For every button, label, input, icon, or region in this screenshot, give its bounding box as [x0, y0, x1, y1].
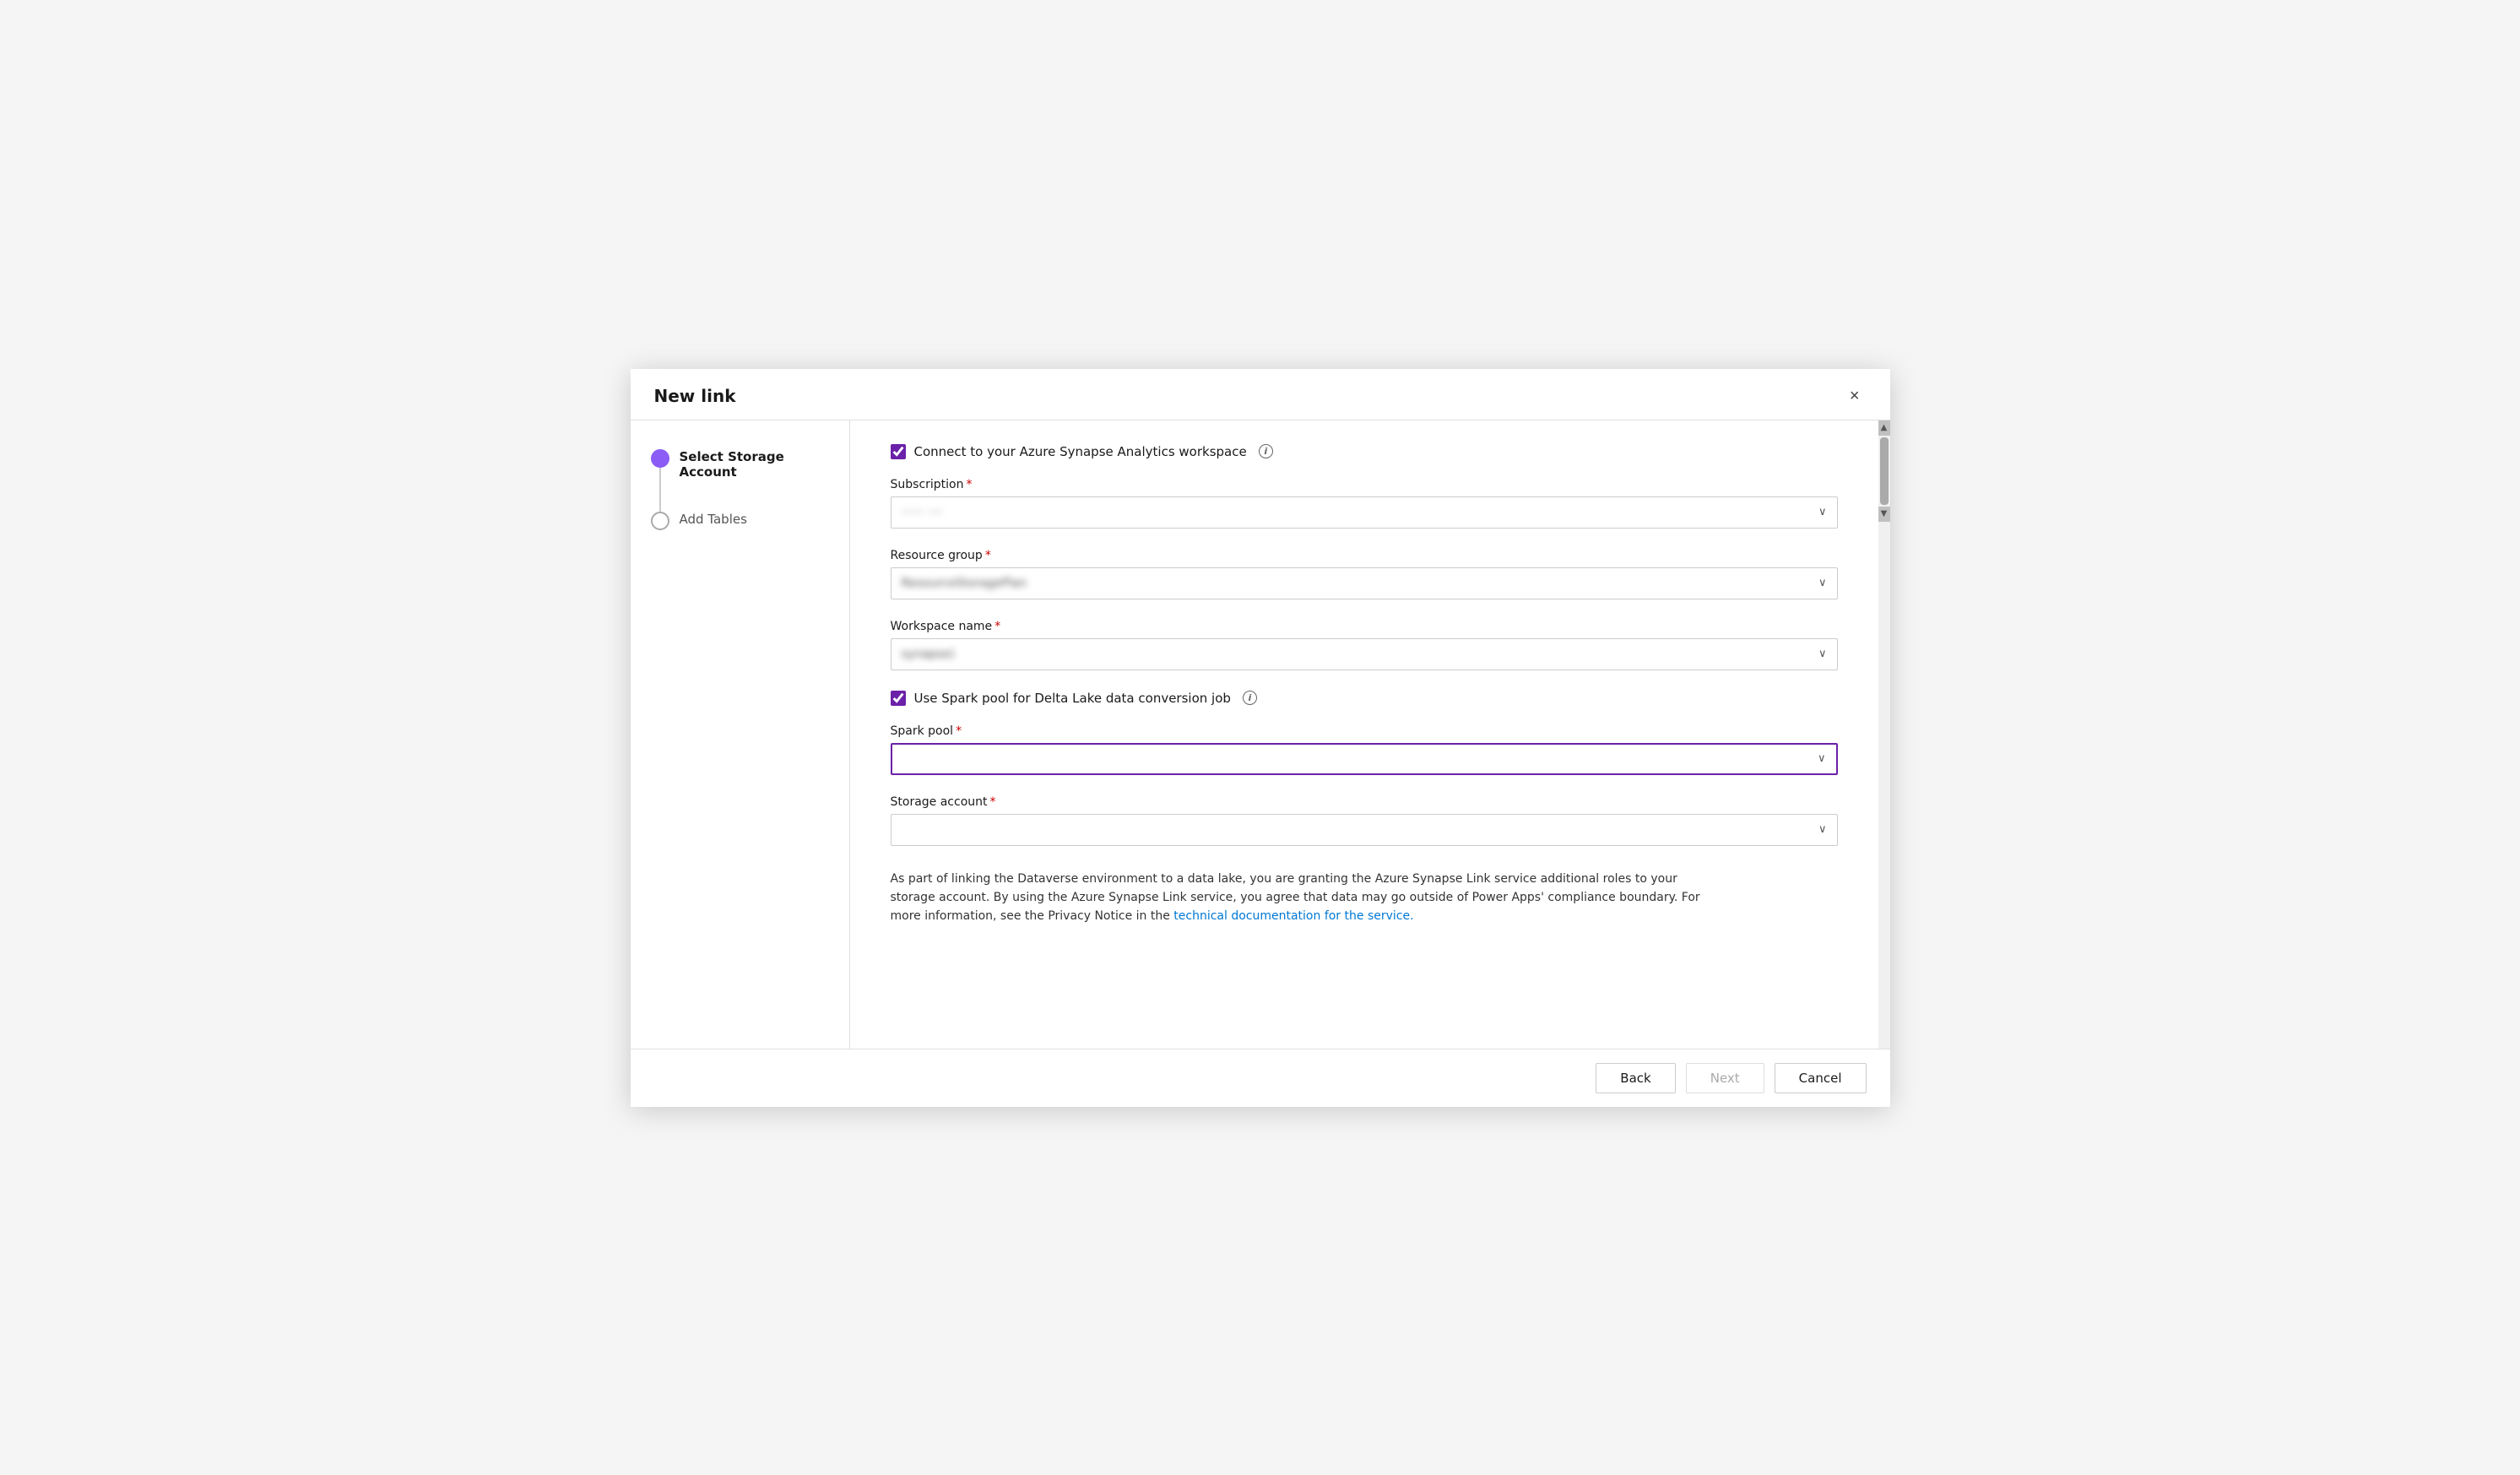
connect-synapse-label: Connect to your Azure Synapse Analytics … [914, 444, 1247, 459]
spark-pool-checkbox-label: Use Spark pool for Delta Lake data conve… [914, 691, 1231, 706]
sidebar: Select Storage Account Add Tables [631, 420, 850, 1049]
workspace-name-chevron-icon: ∨ [1818, 648, 1827, 660]
connect-synapse-checkbox[interactable] [891, 444, 906, 459]
info-paragraph: As part of linking the Dataverse environ… [891, 870, 1718, 926]
step-add-tables[interactable]: Add Tables [651, 510, 829, 530]
resource-group-select[interactable]: ResourceStoragePlan ∨ [891, 567, 1838, 599]
subscription-label: Subscription* [891, 478, 1838, 491]
spark-pool-label: Spark pool* [891, 724, 1838, 738]
spark-pool-select[interactable]: ∨ [891, 743, 1838, 775]
cancel-button[interactable]: Cancel [1775, 1063, 1867, 1093]
spark-pool-group: Spark pool* ∨ [891, 724, 1838, 775]
storage-account-chevron-icon: ∨ [1818, 823, 1827, 836]
resource-group-group: Resource group* ResourceStoragePlan ∨ [891, 549, 1838, 599]
back-button[interactable]: Back [1596, 1063, 1675, 1093]
storage-account-group: Storage account* ∨ [891, 795, 1838, 846]
connect-synapse-row: Connect to your Azure Synapse Analytics … [891, 444, 1838, 459]
resource-group-value: ResourceStoragePlan [902, 577, 1027, 590]
subscription-value: ······ ···· [902, 506, 943, 519]
workspace-name-select[interactable]: synapse) ∨ [891, 638, 1838, 670]
scroll-down-button[interactable]: ▼ [1878, 507, 1890, 522]
step-label-1: Select Storage Account [680, 447, 829, 480]
storage-account-select[interactable]: ∨ [891, 814, 1838, 846]
connect-synapse-info-icon[interactable]: i [1259, 444, 1273, 458]
step-connector [659, 468, 661, 513]
step-select-storage-account[interactable]: Select Storage Account [651, 447, 829, 480]
dialog-title: New link [654, 386, 736, 406]
subscription-select[interactable]: ······ ···· ∨ [891, 496, 1838, 529]
subscription-group: Subscription* ······ ···· ∨ [891, 478, 1838, 529]
main-content: Connect to your Azure Synapse Analytics … [850, 420, 1878, 1049]
new-link-dialog: New link × Select Storage Account Add Ta… [631, 369, 1890, 1107]
spark-pool-chevron-icon: ∨ [1818, 752, 1826, 765]
resource-group-chevron-icon: ∨ [1818, 577, 1827, 589]
next-button[interactable]: Next [1686, 1063, 1764, 1093]
info-link[interactable]: technical documentation for the service. [1173, 909, 1413, 923]
close-button[interactable]: × [1843, 384, 1867, 408]
storage-account-label: Storage account* [891, 795, 1838, 809]
spark-pool-info-icon[interactable]: i [1243, 691, 1257, 705]
step-circle-2 [651, 512, 669, 530]
workspace-name-group: Workspace name* synapse) ∨ [891, 620, 1838, 670]
scroll-up-button[interactable]: ▲ [1878, 420, 1890, 436]
dialog-footer: Back Next Cancel [631, 1049, 1890, 1107]
workspace-name-value: synapse) [902, 648, 955, 661]
spark-pool-checkbox[interactable] [891, 691, 906, 706]
dialog-body: Select Storage Account Add Tables Connec… [631, 420, 1890, 1049]
step-label-2: Add Tables [680, 510, 747, 527]
dialog-header: New link × [631, 369, 1890, 420]
scrollbar: ▲ ▼ [1878, 420, 1890, 1049]
workspace-name-label: Workspace name* [891, 620, 1838, 633]
scroll-thumb[interactable] [1880, 437, 1889, 505]
subscription-chevron-icon: ∨ [1818, 506, 1827, 518]
resource-group-label: Resource group* [891, 549, 1838, 562]
step-circle-1 [651, 449, 669, 468]
spark-pool-checkbox-row: Use Spark pool for Delta Lake data conve… [891, 691, 1838, 706]
